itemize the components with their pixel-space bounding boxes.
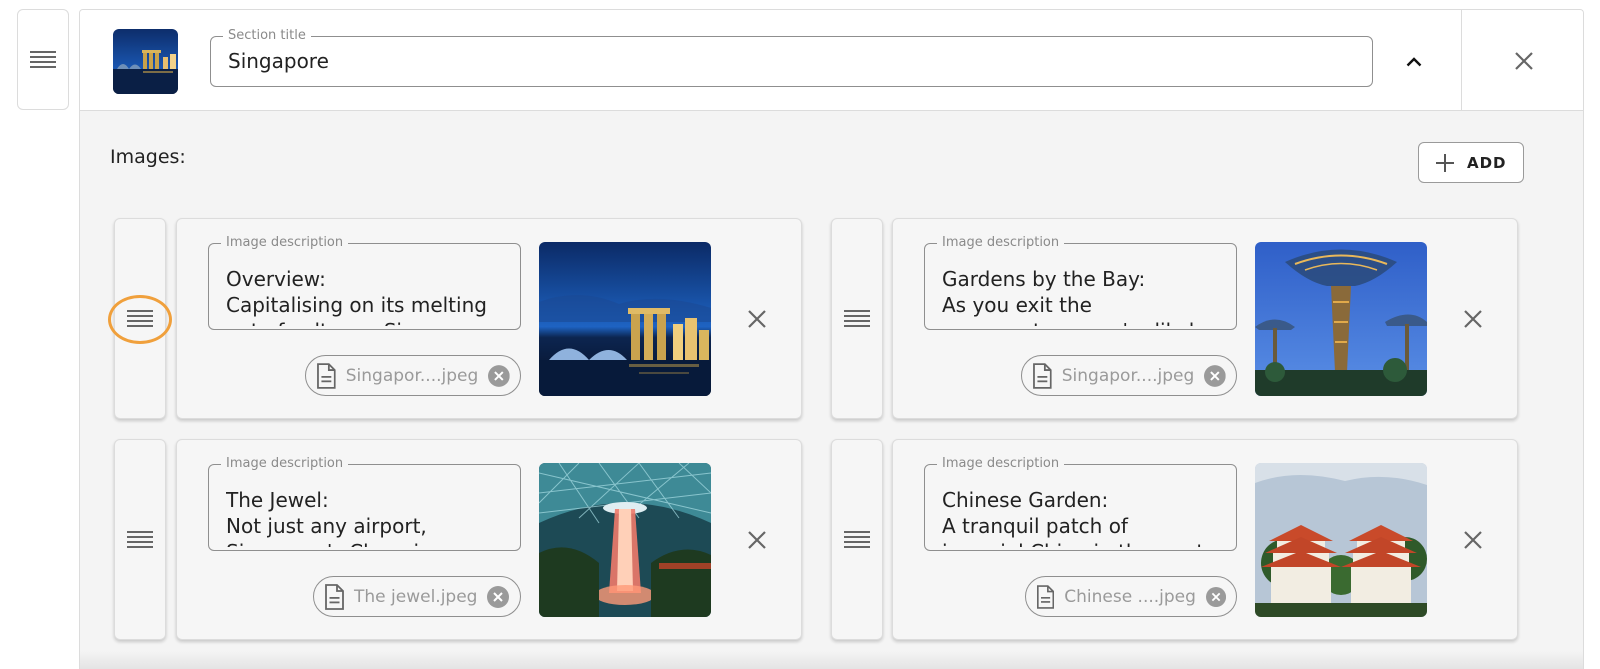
drag-handle-icon — [844, 309, 870, 329]
image-description-text[interactable]: Overview: Capitalising on its melting po… — [226, 266, 508, 326]
file-chip[interactable]: Singapor....jpeg — [305, 355, 521, 396]
drag-handle-icon — [127, 530, 153, 550]
plus-icon — [1436, 153, 1454, 172]
image-description-field[interactable]: Image description Chinese Garden: A tran… — [924, 456, 1237, 551]
images-label: Images: — [110, 146, 186, 168]
drag-handle-icon — [844, 530, 870, 550]
section-title-legend: Section title — [223, 28, 311, 44]
close-icon — [1463, 530, 1483, 550]
file-chip[interactable]: The jewel.jpeg — [313, 576, 521, 617]
panel-bottom-fade — [80, 651, 1583, 669]
image-preview — [1255, 242, 1427, 396]
file-chip[interactable]: Singapor....jpeg — [1021, 355, 1237, 396]
image-description-text[interactable]: Chinese Garden: A tranquil patch of impe… — [942, 487, 1224, 547]
file-name: Singapor....jpeg — [1061, 365, 1195, 386]
file-name: The jewel.jpeg — [354, 586, 478, 607]
remove-image-button[interactable] — [1453, 299, 1493, 339]
section-panel: Section title Singapore Images: ADD Imag… — [79, 9, 1584, 669]
image-drag-handle[interactable] — [114, 439, 166, 640]
remove-file-icon[interactable] — [488, 365, 510, 387]
image-drag-handle[interactable] — [114, 218, 166, 419]
file-chip[interactable]: Chinese ....jpeg — [1025, 576, 1237, 617]
section-title-field[interactable]: Section title Singapore — [210, 28, 1373, 87]
remove-file-icon[interactable] — [487, 586, 509, 608]
image-preview — [1255, 463, 1427, 617]
image-preview — [539, 242, 711, 396]
close-icon — [1514, 51, 1534, 71]
close-icon — [747, 309, 767, 329]
remove-section-button[interactable] — [1461, 10, 1584, 111]
file-name: Chinese ....jpeg — [1064, 586, 1196, 607]
drag-handle-icon — [127, 309, 153, 329]
chevron-up-icon — [1406, 57, 1422, 67]
file-icon — [316, 363, 336, 389]
image-description-field[interactable]: Image description The Jewel: Not just an… — [208, 456, 521, 551]
image-description-legend: Image description — [221, 235, 349, 251]
image-card: Image description Gardens by the Bay: As… — [892, 218, 1518, 419]
image-card: Image description Chinese Garden: A tran… — [892, 439, 1518, 640]
image-description-field[interactable]: Image description Overview: Capitalising… — [208, 235, 521, 330]
close-icon — [1463, 309, 1483, 329]
image-card: Image description Overview: Capitalising… — [176, 218, 802, 419]
section-title-value[interactable]: Singapore — [228, 49, 329, 73]
file-icon — [1036, 584, 1054, 610]
close-icon — [747, 530, 767, 550]
image-drag-handle[interactable] — [831, 439, 883, 640]
remove-file-icon[interactable] — [1206, 586, 1226, 608]
remove-image-button[interactable] — [737, 520, 777, 560]
collapse-button[interactable] — [1392, 40, 1436, 84]
image-description-legend: Image description — [937, 235, 1065, 251]
remove-image-button[interactable] — [1453, 520, 1493, 560]
image-card: Image description The Jewel: Not just an… — [176, 439, 802, 640]
section-thumbnail — [113, 29, 178, 94]
add-button-label: ADD — [1467, 153, 1507, 172]
image-description-text[interactable]: The Jewel: Not just any airport, Singapo… — [226, 487, 508, 547]
remove-image-button[interactable] — [737, 299, 777, 339]
section-header: Section title Singapore — [80, 10, 1583, 111]
file-name: Singapor....jpeg — [345, 365, 479, 386]
drag-handle-icon — [30, 50, 56, 70]
image-description-legend: Image description — [221, 456, 349, 472]
image-description-field[interactable]: Image description Gardens by the Bay: As… — [924, 235, 1237, 330]
image-description-text[interactable]: Gardens by the Bay: As you exit the cons… — [942, 266, 1224, 326]
file-icon — [324, 584, 344, 610]
remove-file-icon[interactable] — [1204, 365, 1226, 387]
add-image-button[interactable]: ADD — [1418, 142, 1524, 183]
image-drag-handle[interactable] — [831, 218, 883, 419]
image-description-legend: Image description — [937, 456, 1065, 472]
file-icon — [1032, 363, 1052, 389]
image-preview — [539, 463, 711, 617]
section-drag-handle[interactable] — [17, 9, 69, 110]
